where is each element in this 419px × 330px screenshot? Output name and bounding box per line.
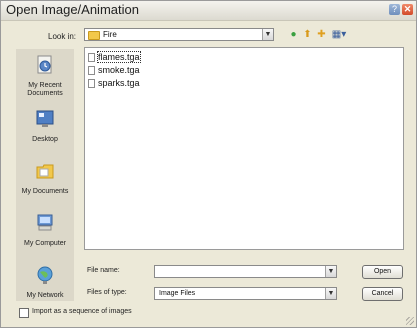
dialog-title: Open Image/Animation bbox=[6, 2, 139, 17]
cancel-button[interactable]: Cancel bbox=[362, 287, 403, 301]
tga-file-icon bbox=[88, 79, 95, 88]
resize-grip[interactable] bbox=[406, 317, 414, 325]
new-folder-icon[interactable]: ✚ bbox=[316, 29, 327, 40]
files-of-type-label: Files of type: bbox=[87, 289, 127, 296]
place-desktop[interactable]: Desktop bbox=[16, 109, 74, 144]
up-folder-icon[interactable]: ⬆ bbox=[302, 29, 313, 40]
place-label: My Network bbox=[26, 292, 64, 299]
import-sequence-label: Import as a sequence of images bbox=[32, 308, 132, 315]
open-image-dialog: Open Image/Animation ? ✕ Look in: Fire ▼… bbox=[0, 0, 417, 328]
place-my-computer[interactable]: My Computer bbox=[16, 213, 74, 248]
file-name-field[interactable]: ▼ bbox=[154, 265, 337, 278]
close-button[interactable]: ✕ bbox=[402, 4, 413, 15]
my-network-icon bbox=[37, 266, 53, 284]
desktop-icon bbox=[36, 110, 54, 127]
title-bar[interactable]: Open Image/Animation ? ✕ bbox=[1, 1, 416, 21]
help-button[interactable]: ? bbox=[389, 4, 400, 15]
place-my-network[interactable]: My Network bbox=[16, 265, 74, 300]
files-of-type-dropdown[interactable]: Image Files ▼ bbox=[154, 287, 337, 300]
place-label: My Documents bbox=[21, 188, 69, 195]
look-in-dropdown[interactable]: Fire ▼ bbox=[84, 28, 274, 41]
places-bar: My Recent Documents Desktop My Documents bbox=[16, 49, 74, 301]
file-name: smoke.tga bbox=[98, 65, 140, 75]
look-in-label: Look in: bbox=[48, 32, 77, 41]
file-name-label: File name: bbox=[87, 267, 120, 274]
chevron-down-icon[interactable]: ▼ bbox=[325, 266, 336, 277]
open-button[interactable]: Open bbox=[362, 265, 403, 279]
back-icon[interactable]: ● bbox=[288, 29, 299, 40]
chevron-down-icon[interactable]: ▼ bbox=[262, 29, 273, 40]
import-sequence-checkbox[interactable] bbox=[19, 308, 29, 318]
tga-file-icon bbox=[88, 53, 95, 62]
files-of-type-value: Image Files bbox=[159, 290, 196, 297]
views-menu-icon[interactable]: ▦▾ bbox=[330, 29, 348, 40]
my-documents-icon bbox=[36, 164, 54, 179]
place-label: Desktop bbox=[32, 136, 58, 143]
recent-documents-icon bbox=[37, 55, 52, 74]
chevron-down-icon[interactable]: ▼ bbox=[325, 288, 336, 299]
file-list[interactable]: flames.tga smoke.tga sparks.tga bbox=[84, 47, 404, 250]
my-computer-icon bbox=[37, 214, 53, 231]
place-my-recent-documents[interactable]: My Recent Documents bbox=[16, 55, 74, 98]
folder-icon bbox=[88, 31, 100, 40]
tga-file-icon bbox=[88, 66, 95, 75]
place-label: My Computer bbox=[23, 240, 66, 247]
look-in-value: Fire bbox=[103, 30, 117, 39]
place-my-documents[interactable]: My Documents bbox=[16, 161, 74, 196]
file-name: flames.tga bbox=[97, 51, 141, 63]
file-name: sparks.tga bbox=[98, 78, 140, 88]
place-label: My Recent Documents bbox=[27, 82, 63, 97]
